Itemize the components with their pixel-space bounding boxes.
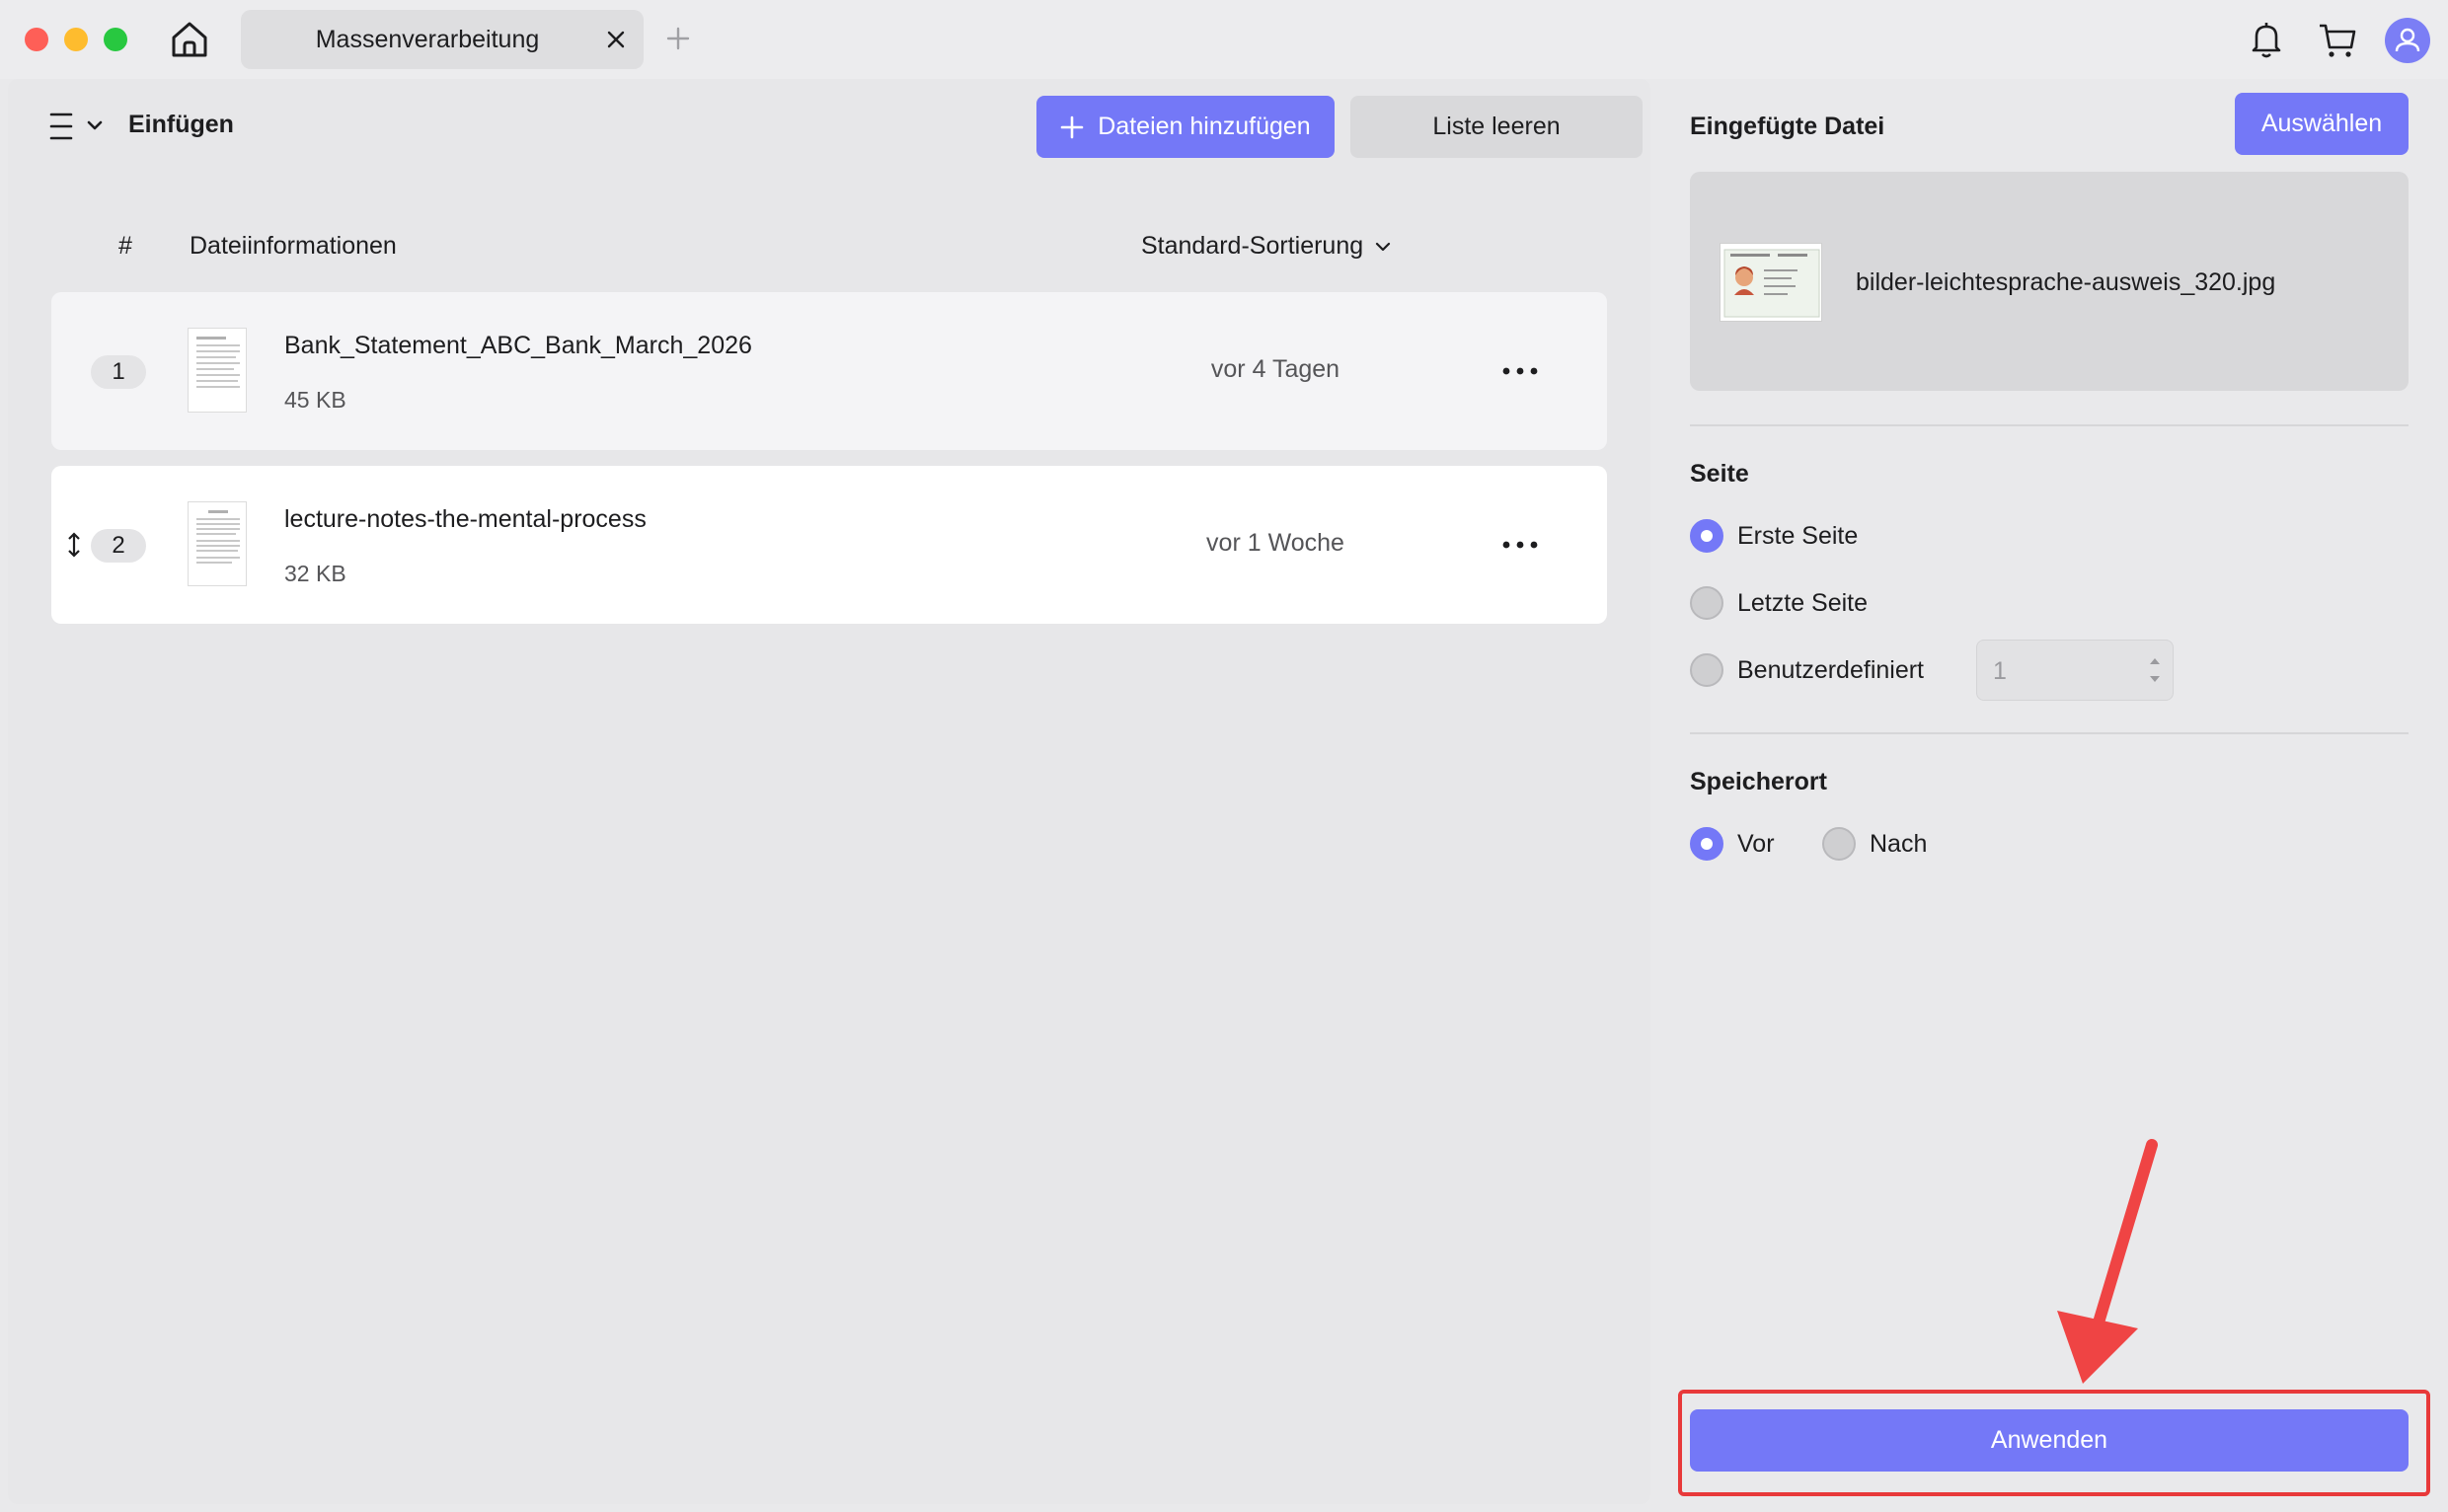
radio-before[interactable]: Vor	[1690, 827, 1775, 861]
sort-dropdown[interactable]: Standard-Sortierung	[1141, 232, 1391, 261]
inserted-file-title: Eingefügte Datei	[1690, 113, 1885, 140]
stepper-arrows-icon[interactable]	[2147, 650, 2163, 690]
radio-after[interactable]: Nach	[1822, 827, 1927, 861]
inserted-file-name: bilder-leichtesprache-ausweis_320.jpg	[1856, 268, 2276, 296]
home-icon[interactable]	[168, 18, 211, 61]
file-thumbnail	[188, 501, 247, 586]
file-modified-time: vor 4 Tagen	[1210, 355, 1340, 383]
user-icon	[2395, 28, 2420, 52]
radio-first-page[interactable]: Erste Seite	[1690, 519, 1858, 553]
file-name: lecture-notes-the-mental-process	[284, 505, 647, 533]
radio-label: Nach	[1870, 829, 1928, 858]
zoom-window-button[interactable]	[104, 28, 127, 51]
row-index-badge: 1	[91, 355, 146, 389]
divider	[1690, 424, 2409, 426]
tab-massenverarbeitung[interactable]: Massenverarbeitung	[241, 10, 644, 69]
page-section-title: Seite	[1690, 460, 1749, 488]
plus-icon	[1060, 115, 1084, 138]
radio-button[interactable]	[1690, 827, 1723, 861]
file-size: 32 KB	[284, 561, 346, 586]
clear-list-button[interactable]: Liste leeren	[1350, 96, 1643, 158]
chevron-down-icon	[1376, 242, 1391, 251]
radio-label: Letzte Seite	[1737, 588, 1869, 617]
column-header-file-info: Dateiinformationen	[190, 232, 397, 260]
radio-button[interactable]	[1690, 519, 1723, 553]
radio-last-page[interactable]: Letzte Seite	[1690, 586, 1868, 620]
radio-label: Benutzerdefiniert	[1737, 655, 1925, 684]
radio-label: Erste Seite	[1737, 521, 1859, 550]
more-options-icon[interactable]	[1500, 357, 1540, 385]
more-options-icon[interactable]	[1500, 531, 1540, 559]
radio-custom-page[interactable]: Benutzerdefiniert	[1690, 653, 1924, 687]
apply-label: Anwenden	[1990, 1426, 2108, 1454]
row-index-badge: 2	[91, 529, 146, 563]
plus-icon[interactable]	[664, 25, 692, 52]
apply-button[interactable]: Anwenden	[1690, 1409, 2409, 1472]
radio-button[interactable]	[1690, 586, 1723, 620]
list-menu-icon[interactable]	[47, 109, 113, 144]
divider	[1690, 732, 2409, 734]
file-modified-time: vor 1 Woche	[1206, 529, 1344, 557]
mode-label: Einfügen	[128, 111, 234, 138]
select-file-label: Auswählen	[2260, 110, 2383, 137]
file-list-panel: Einfügen Dateien hinzufügen Liste leeren…	[8, 79, 1650, 1504]
custom-page-stepper[interactable]: 1	[1976, 640, 2174, 701]
inserted-file-card: bilder-leichtesprache-ausweis_320.jpg	[1690, 172, 2409, 391]
add-files-label: Dateien hinzufügen	[1098, 113, 1311, 140]
table-row[interactable]: 1 Bank_Statement_ABC_Bank_March_2026 45 …	[51, 292, 1607, 450]
table-row[interactable]: 2 lecture-notes-the-mental-process 32 KB…	[51, 466, 1607, 624]
select-file-button[interactable]: Auswählen	[2235, 93, 2409, 155]
radio-button[interactable]	[1822, 827, 1856, 861]
close-window-button[interactable]	[25, 28, 48, 51]
close-icon[interactable]	[604, 28, 628, 51]
user-avatar[interactable]	[2385, 18, 2430, 63]
sort-label: Standard-Sortierung	[1141, 232, 1364, 260]
file-thumbnail	[188, 328, 247, 413]
cart-icon[interactable]	[2316, 18, 2359, 61]
clear-list-label: Liste leeren	[1432, 113, 1561, 140]
annotation-arrow-icon	[2057, 1139, 2158, 1384]
title-bar: Massenverarbeitung	[0, 0, 2448, 79]
tab-label: Massenverarbeitung	[315, 26, 540, 53]
radio-label: Vor	[1737, 829, 1775, 858]
file-size: 45 KB	[284, 387, 346, 413]
location-section-title: Speicherort	[1690, 768, 1827, 795]
drag-handle-icon[interactable]	[65, 531, 83, 559]
id-card-thumbnail	[1720, 243, 1822, 322]
stepper-value: 1	[1993, 657, 2007, 685]
bell-icon[interactable]	[2245, 18, 2288, 61]
minimize-window-button[interactable]	[64, 28, 88, 51]
add-files-button[interactable]: Dateien hinzufügen	[1036, 96, 1335, 158]
column-header-index: #	[118, 232, 132, 260]
radio-button[interactable]	[1690, 653, 1723, 687]
file-name: Bank_Statement_ABC_Bank_March_2026	[284, 332, 752, 359]
